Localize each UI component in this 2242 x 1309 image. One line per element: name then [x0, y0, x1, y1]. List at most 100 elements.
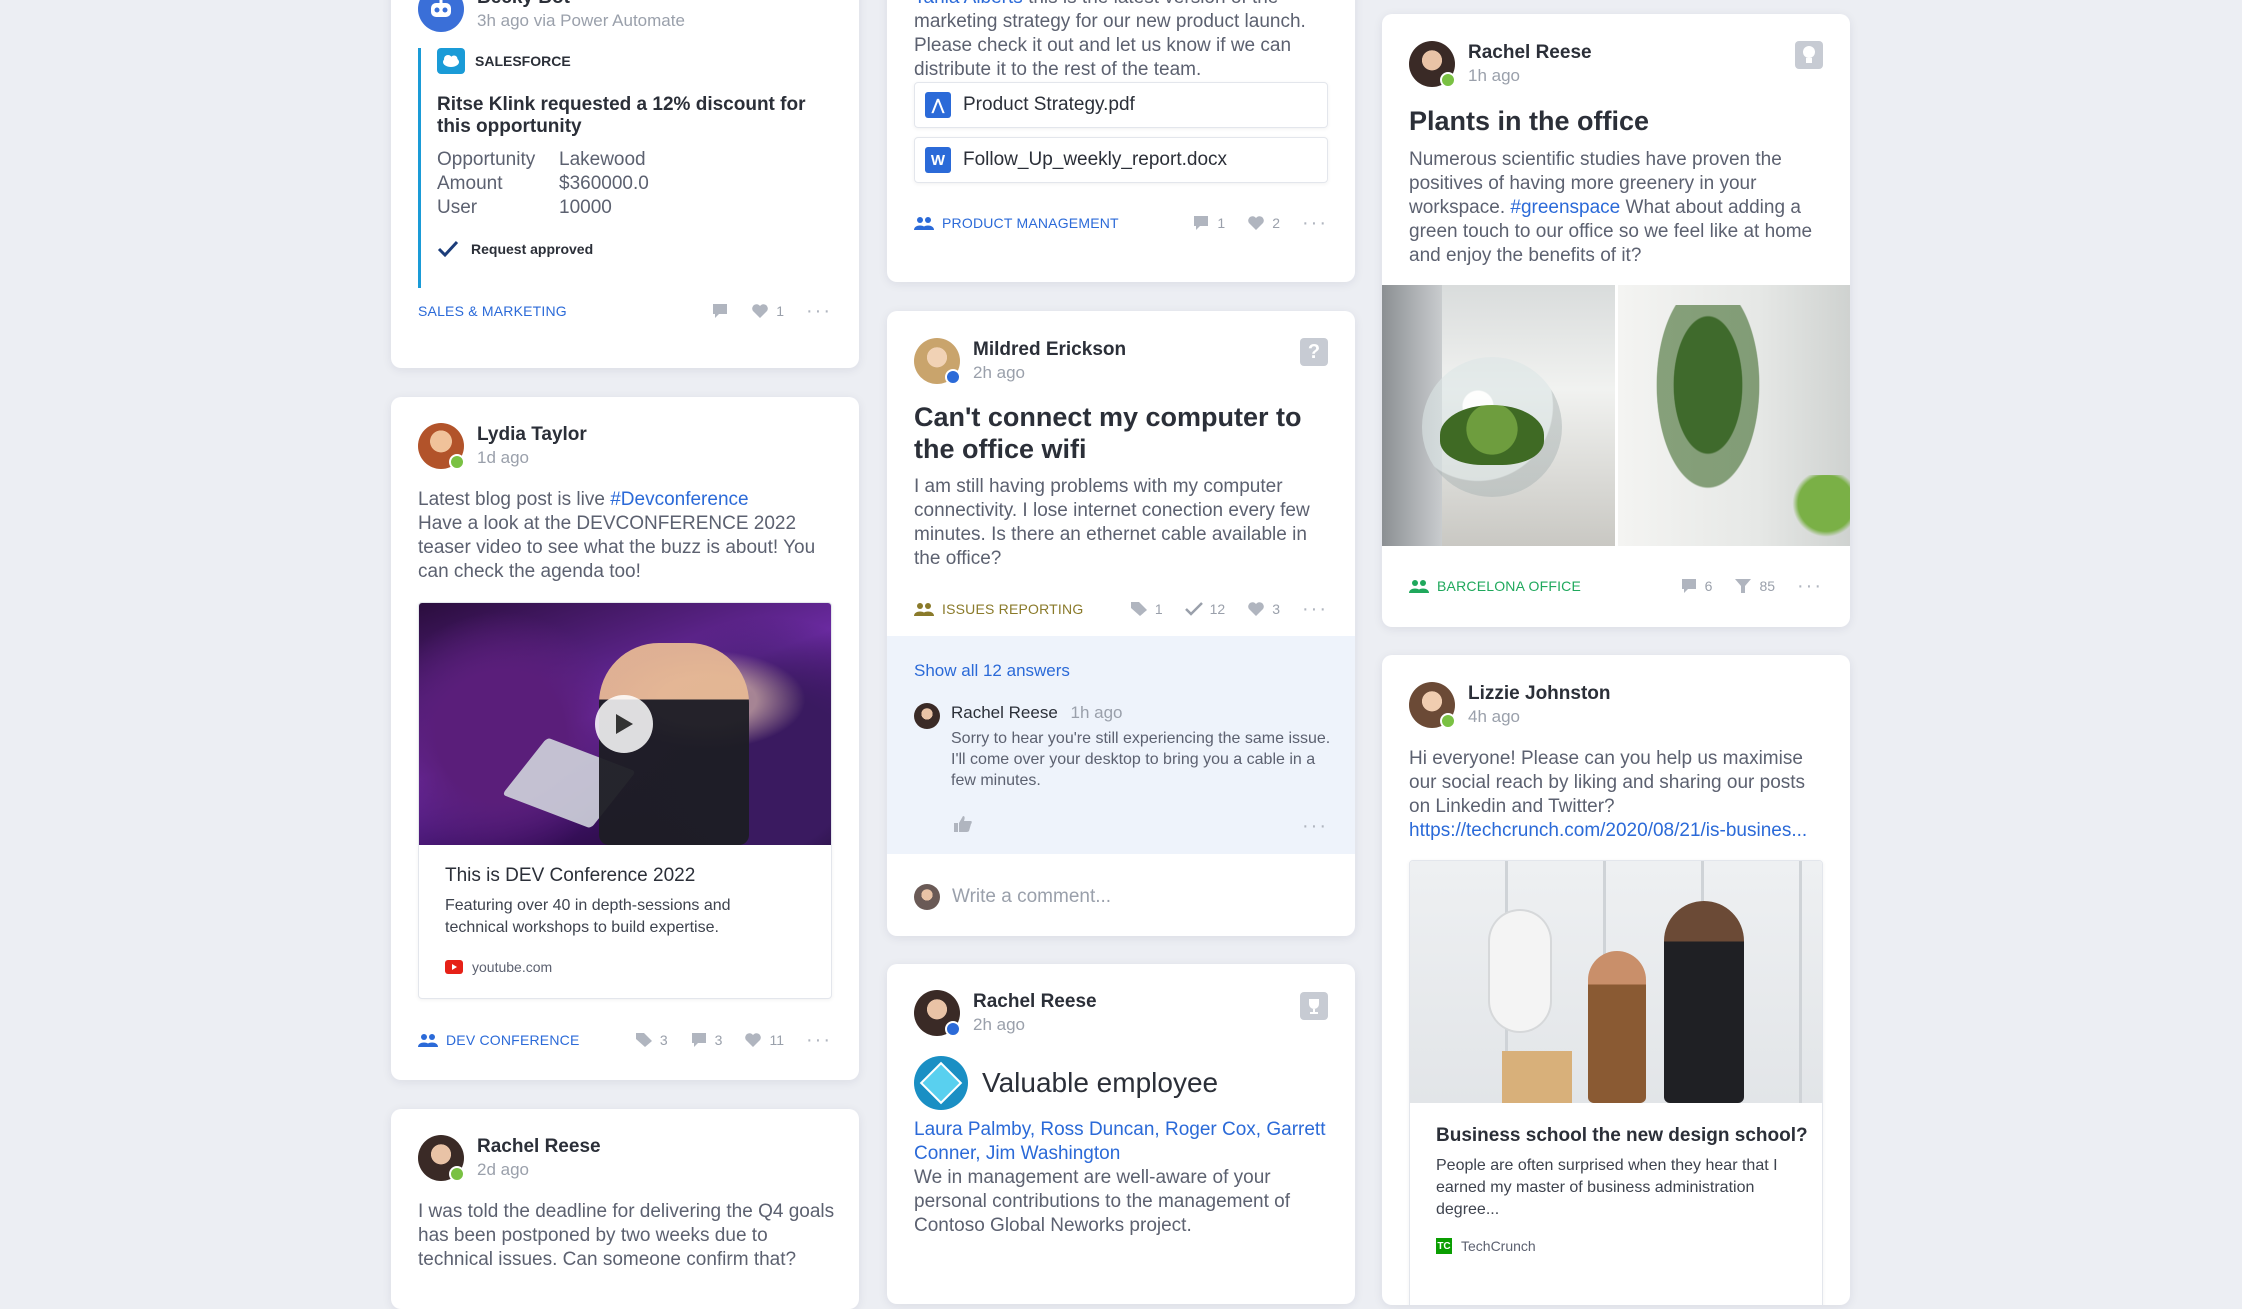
article-image[interactable]: [1410, 861, 1822, 1103]
like-button[interactable]: 11: [744, 1032, 784, 1048]
link-preview[interactable]: Business school the new design school? P…: [1409, 860, 1823, 1305]
author-name[interactable]: Becky Bot: [477, 0, 685, 10]
post-meta: 2h ago: [973, 363, 1025, 382]
post-meta: 1d ago: [477, 448, 529, 467]
presence-online: [1440, 72, 1456, 88]
pdf-icon: ⋀: [925, 92, 951, 118]
hashtag-link[interactable]: #Devconference: [610, 489, 748, 510]
comment-icon: [691, 1033, 706, 1047]
like-button[interactable]: 3: [1247, 601, 1280, 617]
vote-button[interactable]: 85: [1734, 578, 1775, 594]
palm-image[interactable]: [1617, 285, 1850, 546]
idea-icon: [1795, 41, 1823, 69]
reply-author[interactable]: Rachel Reese: [951, 703, 1058, 722]
like-button[interactable]: 2: [1247, 215, 1280, 231]
link-preview[interactable]: This is DEV Conference 2022 Featuring ov…: [418, 602, 832, 999]
community-tag[interactable]: BARCELONA OFFICE: [1409, 578, 1581, 594]
author-name[interactable]: Rachel Reese: [973, 990, 1097, 1014]
terrarium-image[interactable]: [1382, 285, 1615, 546]
more-options-button[interactable]: ···: [806, 301, 832, 321]
post-card-question: Mildred Erickson 2h ago ? Can't connect …: [887, 311, 1355, 936]
post-text: Hi everyone! Please can you help us maxi…: [1409, 748, 1806, 817]
avatar[interactable]: [914, 990, 961, 1037]
robot-arm: [1490, 911, 1550, 1031]
comment-icon: [1194, 216, 1209, 230]
post-meta: 3h ago via Power Automate: [477, 11, 685, 30]
hashtag-link[interactable]: #greenspace: [1510, 197, 1620, 218]
comment-input[interactable]: Write a comment...: [952, 886, 1332, 908]
community-tag[interactable]: SALES & MARKETING: [418, 303, 567, 319]
like-button[interactable]: 1: [751, 303, 784, 319]
post-card-lizzie: Lizzie Johnston 4h ago Hi everyone! Plea…: [1382, 655, 1850, 1305]
avatar[interactable]: [1409, 682, 1456, 729]
more-options-button[interactable]: ···: [1797, 576, 1823, 596]
person-2: [1664, 901, 1744, 1103]
bot-avatar[interactable]: [418, 0, 464, 32]
post-author: Lydia Taylor 1d ago: [418, 423, 587, 470]
community-tag[interactable]: DEV CONFERENCE: [418, 1032, 579, 1048]
post-meta: 2h ago: [973, 1015, 1025, 1034]
presence-busy: [945, 369, 961, 385]
comment-button[interactable]: 1: [1192, 215, 1225, 231]
post-footer: PRODUCT MANAGEMENT 1 2 ···: [914, 211, 1328, 235]
diamond-badge-icon: [914, 1056, 968, 1110]
preview-title[interactable]: Business school the new design school?: [1436, 1125, 1808, 1147]
reply-avatar[interactable]: [914, 703, 940, 729]
mention-link[interactable]: Tania Alberts: [914, 0, 1023, 8]
thumbs-up-icon[interactable]: [953, 815, 973, 833]
community-tag[interactable]: PRODUCT MANAGEMENT: [914, 215, 1119, 231]
avatar[interactable]: [418, 1135, 465, 1182]
presence-busy: [945, 1021, 961, 1037]
avatar[interactable]: [418, 423, 465, 470]
heart-icon: [1248, 602, 1265, 616]
author-name[interactable]: Rachel Reese: [1468, 41, 1592, 65]
video-thumbnail[interactable]: [419, 603, 831, 845]
answers-button[interactable]: 12: [1184, 601, 1225, 617]
post-author: Rachel Reese 2d ago: [418, 1135, 601, 1182]
community-tag[interactable]: ISSUES REPORTING: [914, 601, 1083, 617]
post-title[interactable]: Plants in the office: [1409, 105, 1649, 137]
presence-online: [1440, 713, 1456, 729]
post-text: Latest blog post is live #Devconference …: [418, 489, 816, 582]
request-status: Request approved: [437, 240, 593, 258]
topics-button[interactable]: 3: [635, 1032, 668, 1048]
check-icon: [437, 240, 459, 258]
author-name[interactable]: Mildred Erickson: [973, 338, 1126, 362]
salesforce-icon: [437, 48, 465, 74]
more-options-button[interactable]: ···: [1302, 213, 1328, 233]
comment-button[interactable]: [711, 303, 729, 319]
praised-people[interactable]: Laura Palmby, Ross Duncan, Roger Cox, Ga…: [914, 1118, 1334, 1166]
reply-more-options[interactable]: ···: [1302, 816, 1328, 836]
show-all-answers-link[interactable]: Show all 12 answers: [914, 661, 1070, 681]
post-footer: ISSUES REPORTING 1 12 3 ···: [914, 597, 1328, 621]
group-icon: [418, 1034, 438, 1047]
attachment-pdf[interactable]: ⋀ Product Strategy.pdf: [914, 82, 1328, 128]
post-footer: DEV CONFERENCE 3 3 11 ···: [418, 1028, 832, 1052]
comment-button[interactable]: 3: [690, 1032, 722, 1048]
request-headline: Ritse Klink requested a 12% discount for…: [437, 94, 806, 137]
reply-time: 1h ago: [1070, 703, 1123, 722]
more-options-button[interactable]: ···: [806, 1030, 832, 1050]
avatar[interactable]: [914, 338, 961, 385]
play-button[interactable]: [595, 695, 653, 753]
author-name[interactable]: Lizzie Johnston: [1468, 682, 1611, 706]
question-icon: ?: [1300, 338, 1328, 366]
salesforce-block: SALESFORCE Ritse Klink requested a 12% d…: [418, 48, 821, 288]
avatar[interactable]: [1409, 41, 1456, 88]
preview-description: Featuring over 40 in depth-sessions and …: [445, 897, 731, 936]
author-name[interactable]: Rachel Reese: [477, 1135, 601, 1159]
author-name[interactable]: Lydia Taylor: [477, 423, 587, 447]
question-title[interactable]: Can't connect my computer to the office …: [914, 401, 1314, 465]
comment-button[interactable]: 6: [1680, 578, 1712, 594]
comment-icon: [1681, 579, 1696, 593]
preview-title[interactable]: This is DEV Conference 2022: [445, 865, 695, 887]
post-card-salesforce: Becky Bot 3h ago via Power Automate SALE…: [391, 0, 859, 368]
article-link[interactable]: https://techcrunch.com/2020/08/21/is-bus…: [1409, 819, 1829, 843]
attachment-docx[interactable]: W Follow_Up_weekly_report.docx: [914, 137, 1328, 183]
image-gallery[interactable]: [1382, 285, 1850, 546]
more-options-button[interactable]: ···: [1302, 599, 1328, 619]
topics-button[interactable]: 1: [1130, 601, 1163, 617]
preview-source: TC TechCrunch: [1436, 1238, 1536, 1254]
group-icon: [1409, 580, 1429, 593]
trophy-icon: [1300, 992, 1328, 1020]
